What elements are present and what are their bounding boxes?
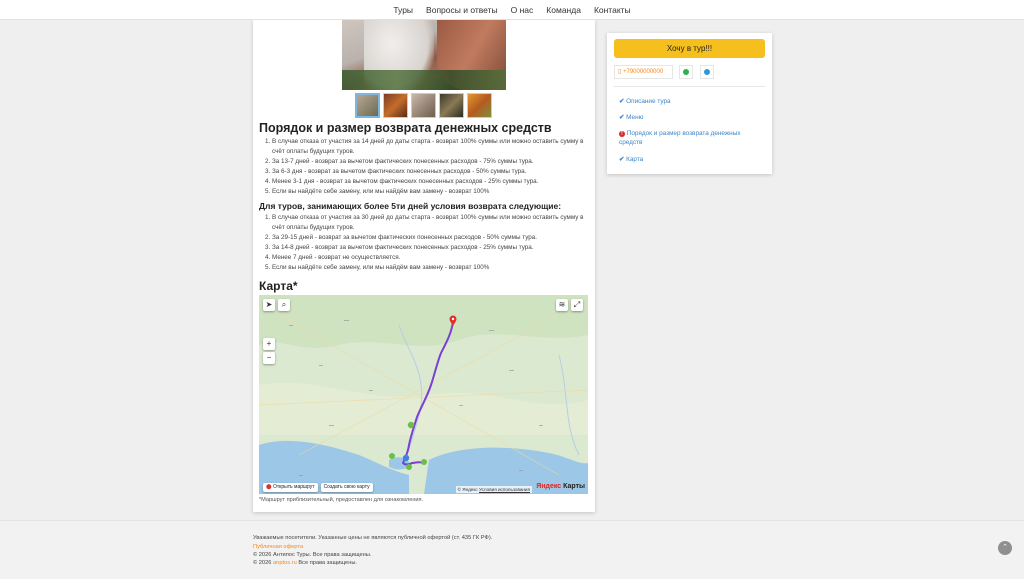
- whatsapp-button[interactable]: [679, 65, 693, 79]
- fullscreen-icon[interactable]: ⤢: [571, 299, 583, 311]
- gallery-main-photo[interactable]: [342, 20, 506, 90]
- phone-icon: ▯: [618, 69, 622, 75]
- zoom-in-button[interactable]: +: [263, 338, 275, 350]
- sidebar-link-label: Меню: [626, 114, 644, 121]
- list-item: За 6-3 дня - возврат за вычетом фактичес…: [272, 167, 590, 177]
- check-icon: ✔: [619, 156, 625, 163]
- sidebar-link-menu[interactable]: ✔ Меню: [619, 113, 759, 122]
- search-icon[interactable]: ⌕: [278, 299, 290, 311]
- gallery-thumb[interactable]: [355, 93, 380, 118]
- list-item: Если вы найдёте себе замену, или мы найд…: [272, 263, 590, 273]
- long-tours-rules-list: В случае отказа от участия за 30 дней до…: [272, 213, 590, 273]
- tour-details-card: Порядок и размер возврата денежных средс…: [253, 20, 595, 512]
- location-arrow-icon[interactable]: ➤: [263, 299, 275, 311]
- map-copyright: © Яндекс Условия использования: [455, 486, 532, 493]
- telegram-icon: [704, 69, 710, 75]
- list-item: За 29-15 дней - возврат за вычетом факти…: [272, 233, 590, 243]
- nav-contacts[interactable]: Контакты: [594, 5, 631, 15]
- sidebar-link-label: Описание тура: [626, 98, 671, 105]
- map-pin-icon: ⬤: [266, 484, 272, 490]
- nav-about[interactable]: О нас: [511, 5, 534, 15]
- list-item: В случае отказа от участия за 30 дней до…: [272, 213, 590, 233]
- top-navigation: Туры Вопросы и ответы О нас Команда Конт…: [0, 0, 1024, 20]
- footer-copyright: © 2026 Антипос Туры. Все права защищены.: [253, 552, 372, 558]
- sidebar-link-label: Порядок и размер возврата денежных средс…: [619, 130, 741, 146]
- list-item: Менее 3-1 дня - возврат за вычетом факти…: [272, 177, 590, 187]
- footer-copyright-site: © 2026 anptos.ru Все права защищены.: [253, 560, 357, 566]
- refund-section-title: Порядок и размер возврата денежных средс…: [259, 121, 552, 135]
- phone-number: +79000000000: [622, 69, 664, 75]
- sidebar-link-label: Карта: [626, 156, 644, 163]
- zoom-out-button[interactable]: −: [263, 352, 275, 364]
- logo-yandex-text: Яндекс: [536, 483, 562, 490]
- nav-faq[interactable]: Вопросы и ответы: [426, 5, 498, 15]
- list-item: В случае отказа от участия за 14 дней до…: [272, 137, 590, 157]
- gallery-thumb[interactable]: [383, 93, 408, 118]
- map-canvas: [259, 295, 588, 494]
- logo-maps-text: Карты: [561, 483, 585, 490]
- check-icon: ✔: [619, 98, 625, 105]
- sidebar-link-map[interactable]: ✔ Карта: [619, 155, 759, 164]
- book-tour-button[interactable]: Хочу в тур!!!: [614, 39, 765, 58]
- long-tours-subtitle: Для туров, занимающих более 5ти дней усл…: [259, 201, 562, 211]
- error-icon: !: [619, 131, 625, 137]
- map-section-title: Карта*: [259, 279, 298, 293]
- sidebar-link-description[interactable]: ✔ Описание тура: [619, 97, 759, 106]
- footer-disclaimer: Уважаемые посетители. Указанные цены не …: [253, 535, 493, 541]
- nav-team[interactable]: Команда: [546, 5, 581, 15]
- booking-sidebar: Хочу в тур!!! ▯ +79000000000 ✔ Описание …: [607, 33, 772, 174]
- create-map-button[interactable]: Создать свою карту: [320, 483, 373, 492]
- yandex-maps-logo[interactable]: Яндекс Карты: [536, 483, 585, 490]
- list-item: Менее 7 дней - возврат не осуществляется…: [272, 253, 590, 263]
- footer-copy-suffix: Все права защищены.: [296, 560, 358, 566]
- list-item: За 14-8 дней - возврат за вычетом фактич…: [272, 243, 590, 253]
- list-item: Если вы найдёте себе замену, или мы найд…: [272, 187, 590, 197]
- gallery-thumb[interactable]: [467, 93, 492, 118]
- route-map[interactable]: ➤ ⌕ ≋ ⤢ + − ⬤ Открыть маршрут Создать св…: [259, 295, 588, 494]
- nav-tours[interactable]: Туры: [393, 5, 413, 15]
- phone-button[interactable]: ▯ +79000000000: [614, 65, 673, 79]
- route-note: *Маршрут приблизительный, предоставлен д…: [259, 497, 424, 503]
- whatsapp-icon: [683, 69, 689, 75]
- public-offer-link[interactable]: Публичная оферта: [253, 544, 303, 550]
- list-item: За 13-7 дней - возврат за вычетом фактич…: [272, 157, 590, 167]
- sidebar-link-refund[interactable]: ! Порядок и размер возврата денежных сре…: [619, 129, 759, 147]
- divider: [614, 86, 765, 87]
- open-route-label: Открыть маршрут: [273, 484, 315, 490]
- map-terms-link[interactable]: Условия использования: [479, 487, 530, 492]
- arrow-up-icon[interactable]: ⌃: [998, 541, 1012, 555]
- gallery-thumb[interactable]: [439, 93, 464, 118]
- gallery-thumbnails: [355, 93, 492, 118]
- map-copyright-text: © Яндекс: [457, 487, 478, 492]
- open-route-button[interactable]: ⬤ Открыть маршрут: [263, 483, 318, 492]
- check-icon: ✔: [619, 114, 625, 121]
- page-footer: Уважаемые посетители. Указанные цены не …: [0, 520, 1024, 579]
- footer-copy-prefix: © 2026: [253, 560, 274, 566]
- layers-icon[interactable]: ≋: [556, 299, 568, 311]
- gallery-thumb[interactable]: [411, 93, 436, 118]
- telegram-button[interactable]: [700, 65, 714, 79]
- map-bottom-controls: ⬤ Открыть маршрут Создать свою карту: [263, 483, 373, 492]
- footer-site-link[interactable]: anptos.ru: [273, 560, 297, 566]
- refund-rules-list: В случае отказа от участия за 14 дней до…: [272, 137, 590, 197]
